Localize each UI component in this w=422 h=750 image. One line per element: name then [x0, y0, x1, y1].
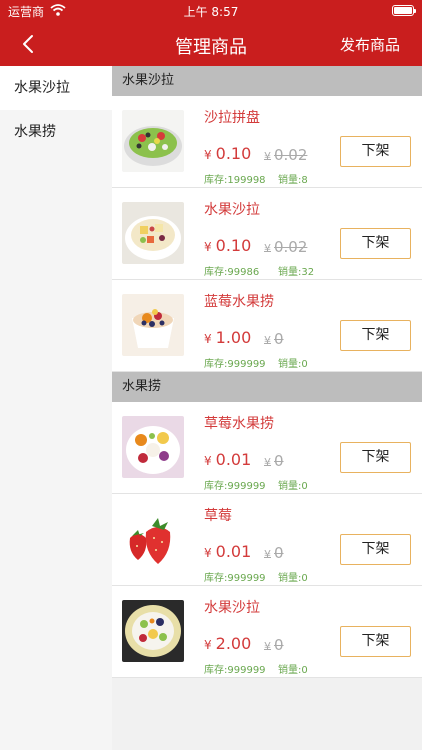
product-image-strawberry-fruit-mix [122, 416, 184, 478]
back-chevron-icon[interactable] [14, 30, 42, 58]
product-original-price: ¥0 [264, 636, 284, 654]
product-price: ¥2.00 [204, 634, 252, 653]
take-off-shelf-button[interactable]: 下架 [340, 534, 411, 565]
product-name: 草莓 [204, 508, 232, 524]
publish-product-button[interactable]: 发布商品 [340, 34, 400, 55]
product-price: ¥1.00 [204, 328, 252, 347]
product-original-price: ¥0 [264, 330, 284, 348]
nav-bar: 管理商品 发布商品 [0, 22, 422, 66]
product-original-price: ¥0.02 [264, 146, 308, 164]
product-original-price: ¥0 [264, 544, 284, 562]
product-image-fruit-salad-dish [122, 600, 184, 662]
product-original-price: ¥0 [264, 452, 284, 470]
product-row[interactable]: 水果沙拉 ¥0.10 ¥0.02 库存:99986 销量:32 下架 [112, 188, 422, 280]
product-image-strawberries [122, 508, 184, 570]
product-sales: 销量:32 [278, 267, 315, 278]
product-row[interactable]: 沙拉拼盘 ¥0.10 ¥0.02 库存:199998 销量:8 下架 [112, 96, 422, 188]
product-row[interactable]: 水果沙拉 ¥2.00 ¥0 库存:999999 销量:0 下架 [112, 586, 422, 678]
product-stock: 库存:999999 [204, 573, 266, 584]
category-sidebar: 水果沙拉 水果捞 [0, 66, 112, 750]
product-row[interactable]: 蓝莓水果捞 ¥1.00 ¥0 库存:999999 销量:0 下架 [112, 280, 422, 372]
product-row[interactable]: 草莓水果捞 ¥0.01 ¥0 库存:999999 销量:0 下架 [112, 402, 422, 494]
product-sales: 销量:0 [278, 481, 308, 492]
product-stock: 库存:99986 [204, 267, 260, 278]
product-sales: 销量:0 [278, 665, 308, 676]
sidebar-item-fruit-mix[interactable]: 水果捞 [0, 110, 112, 154]
product-name: 蓝莓水果捞 [204, 294, 274, 310]
product-price: ¥0.10 [204, 236, 252, 255]
product-name: 草莓水果捞 [204, 416, 274, 432]
clock: 上午 8:57 [183, 5, 239, 19]
take-off-shelf-button[interactable]: 下架 [340, 626, 411, 657]
take-off-shelf-button[interactable]: 下架 [340, 228, 411, 259]
product-name: 沙拉拼盘 [204, 110, 260, 126]
section-header: 水果沙拉 [112, 66, 422, 96]
status-bar: 运营商 上午 8:57 [0, 0, 422, 22]
product-price: ¥0.01 [204, 542, 252, 561]
product-list: 水果沙拉 沙拉拼盘 ¥0.10 ¥0.02 库存:199998 销量:8 下架 [112, 66, 422, 750]
product-stock: 库存:999999 [204, 665, 266, 676]
product-sales: 销量:0 [278, 359, 308, 370]
product-name: 水果沙拉 [204, 600, 260, 616]
product-stock: 库存:999999 [204, 359, 266, 370]
take-off-shelf-button[interactable]: 下架 [340, 136, 411, 167]
battery-icon [392, 5, 416, 16]
product-price: ¥0.10 [204, 144, 252, 163]
sidebar-item-fruit-salad[interactable]: 水果沙拉 [0, 66, 112, 110]
product-stock: 库存:999999 [204, 481, 266, 492]
product-stock: 库存:199998 [204, 175, 266, 186]
take-off-shelf-button[interactable]: 下架 [340, 442, 411, 473]
product-image-blueberry-fruit-cup [122, 294, 184, 356]
product-sales: 销量:8 [278, 175, 308, 186]
product-sales: 销量:0 [278, 573, 308, 584]
product-row[interactable]: 草莓 ¥0.01 ¥0 库存:999999 销量:0 下架 [112, 494, 422, 586]
product-name: 水果沙拉 [204, 202, 260, 218]
product-price: ¥0.01 [204, 450, 252, 469]
product-image-fruit-salad-bowl [122, 202, 184, 264]
product-image-salad-plate [122, 110, 184, 172]
product-original-price: ¥0.02 [264, 238, 308, 256]
section-header: 水果捞 [112, 372, 422, 402]
take-off-shelf-button[interactable]: 下架 [340, 320, 411, 351]
